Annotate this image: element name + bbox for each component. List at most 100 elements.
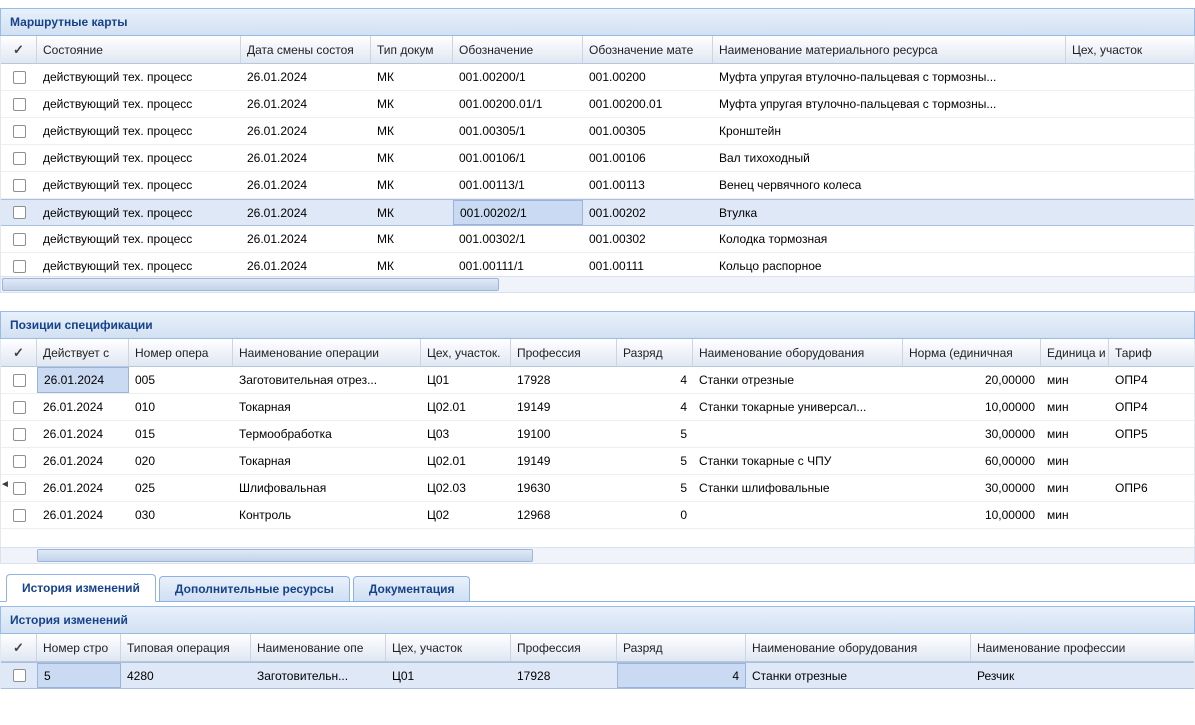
table-row[interactable]: действующий тех. процесс26.01.2024МК001.…	[1, 64, 1194, 91]
table-cell[interactable]: 19149	[511, 394, 617, 420]
table-cell[interactable]: 001.00305/1	[453, 118, 583, 144]
table-cell[interactable]: 5	[617, 475, 693, 501]
table-cell[interactable]: 025	[129, 475, 233, 501]
row-checkbox[interactable]	[1, 367, 37, 393]
column-header[interactable]: Состояние	[37, 36, 241, 63]
table-cell[interactable]: 001.00111	[583, 253, 713, 276]
row-checkbox[interactable]	[1, 64, 37, 90]
table-row[interactable]: 26.01.2024025ШлифовальнаяЦ02.03196305Ста…	[1, 475, 1194, 502]
row-checkbox[interactable]	[1, 91, 37, 117]
column-header[interactable]: Действует с	[37, 339, 129, 366]
table-cell[interactable]	[1109, 502, 1195, 528]
table-cell[interactable]: 26.01.2024	[37, 367, 129, 393]
table-row[interactable]: действующий тех. процесс26.01.2024МК001.…	[1, 226, 1194, 253]
tab-additional-resources[interactable]: Дополнительные ресурсы	[159, 576, 350, 601]
column-header[interactable]: Номер стро	[37, 634, 121, 661]
row-checkbox[interactable]	[1, 394, 37, 420]
table-cell[interactable]: ОПР5	[1109, 421, 1195, 447]
table-cell[interactable]: Ц02.01	[421, 394, 511, 420]
table-cell[interactable]: Токарная	[233, 448, 421, 474]
table-cell[interactable]: действующий тех. процесс	[37, 200, 241, 225]
table-cell[interactable]: 020	[129, 448, 233, 474]
table-cell[interactable]: 20,00000	[903, 367, 1041, 393]
column-header[interactable]: Наименование операции	[233, 339, 421, 366]
table-cell[interactable]: МК	[371, 172, 453, 198]
row-checkbox[interactable]	[1, 448, 37, 474]
column-header[interactable]: Цех, участок	[1066, 36, 1195, 63]
table-cell[interactable]: 001.00106	[583, 145, 713, 171]
table-cell[interactable]: 26.01.2024	[37, 421, 129, 447]
table-cell[interactable]: Ц02.01	[421, 448, 511, 474]
select-all-checkbox[interactable]: ✓	[1, 339, 37, 366]
table-cell[interactable]: 4	[617, 394, 693, 420]
table-cell[interactable]: 19100	[511, 421, 617, 447]
table-cell[interactable]: МК	[371, 200, 453, 225]
column-header[interactable]: Разряд	[617, 634, 746, 661]
table-cell[interactable]: Станки шлифовальные	[693, 475, 903, 501]
table-cell[interactable]: 26.01.2024	[241, 253, 371, 276]
table-cell[interactable]: Станки токарные с ЧПУ	[693, 448, 903, 474]
table-cell[interactable]: Ц01	[421, 367, 511, 393]
column-header[interactable]: Номер опера	[129, 339, 233, 366]
table-cell[interactable]: 005	[129, 367, 233, 393]
table-cell[interactable]: действующий тех. процесс	[37, 91, 241, 117]
table-cell[interactable]: 26.01.2024	[37, 394, 129, 420]
table-cell[interactable]: Вал тихоходный	[713, 145, 1066, 171]
table-cell[interactable]: МК	[371, 253, 453, 276]
table-cell[interactable]: Контроль	[233, 502, 421, 528]
table-cell[interactable]: мин	[1041, 421, 1109, 447]
row-checkbox[interactable]	[1, 663, 37, 688]
table-cell[interactable]: Венец червячного колеса	[713, 172, 1066, 198]
table-cell[interactable]: 10,00000	[903, 502, 1041, 528]
table-cell[interactable]: Втулка	[713, 200, 1066, 225]
table-cell[interactable]: 001.00200.01/1	[453, 91, 583, 117]
table-cell[interactable]: Колодка тормозная	[713, 226, 1066, 252]
table-cell[interactable]	[1066, 91, 1194, 117]
table-cell[interactable]: 26.01.2024	[241, 200, 371, 225]
table-cell[interactable]: 001.00113/1	[453, 172, 583, 198]
table-cell[interactable]: действующий тех. процесс	[37, 172, 241, 198]
table-row[interactable]: действующий тех. процесс26.01.2024МК001.…	[1, 145, 1194, 172]
table-cell[interactable]: 12968	[511, 502, 617, 528]
table-cell[interactable]: Станки отрезные	[746, 663, 971, 688]
table-cell[interactable]: Заготовительная отрез...	[233, 367, 421, 393]
table-cell[interactable]: Ц03	[421, 421, 511, 447]
column-header[interactable]: Наименование оборудования	[746, 634, 971, 661]
table-cell[interactable]: Муфта упругая втулочно-пальцевая с тормо…	[713, 64, 1066, 90]
table-cell[interactable]: 26.01.2024	[37, 475, 129, 501]
table-cell[interactable]: действующий тех. процесс	[37, 253, 241, 276]
table-cell[interactable]: 26.01.2024	[241, 64, 371, 90]
table-cell[interactable]: МК	[371, 226, 453, 252]
table-cell[interactable]: 001.00302/1	[453, 226, 583, 252]
table-cell[interactable]: действующий тех. процесс	[37, 145, 241, 171]
column-header[interactable]: Обозначение	[453, 36, 583, 63]
table-cell[interactable]: действующий тех. процесс	[37, 64, 241, 90]
table-cell[interactable]: 26.01.2024	[241, 226, 371, 252]
table-row[interactable]: 26.01.2024020ТокарнаяЦ02.01191495Станки …	[1, 448, 1194, 475]
table-cell[interactable]: 001.00305	[583, 118, 713, 144]
column-header[interactable]: Тип докум	[371, 36, 453, 63]
table-cell[interactable]	[693, 502, 903, 528]
table-cell[interactable]: 001.00202/1	[453, 200, 583, 225]
table-cell[interactable]: 19149	[511, 448, 617, 474]
table-cell[interactable]: 001.00200/1	[453, 64, 583, 90]
table-row[interactable]: 54280Заготовительн...Ц01179284Станки отр…	[1, 662, 1194, 689]
column-header[interactable]: Наименование материального ресурса	[713, 36, 1066, 63]
column-header[interactable]: Наименование опе	[251, 634, 386, 661]
table-cell[interactable]	[1066, 118, 1194, 144]
table-cell[interactable]: действующий тех. процесс	[37, 226, 241, 252]
table-cell[interactable]: МК	[371, 91, 453, 117]
table-row[interactable]: 26.01.2024015ТермообработкаЦ0319100530,0…	[1, 421, 1194, 448]
table-cell[interactable]: 4280	[121, 663, 251, 688]
table-cell[interactable]: 5	[617, 448, 693, 474]
table-cell[interactable]: мин	[1041, 502, 1109, 528]
table-cell[interactable]: Термообработка	[233, 421, 421, 447]
column-header[interactable]: Типовая операция	[121, 634, 251, 661]
table-cell[interactable]: 001.00200	[583, 64, 713, 90]
table-cell[interactable]: 001.00302	[583, 226, 713, 252]
table-cell[interactable]: 5	[617, 421, 693, 447]
table-cell[interactable]: 001.00200.01	[583, 91, 713, 117]
table-cell[interactable]: действующий тех. процесс	[37, 118, 241, 144]
table-cell[interactable]: мин	[1041, 367, 1109, 393]
table-cell[interactable]: 001.00111/1	[453, 253, 583, 276]
